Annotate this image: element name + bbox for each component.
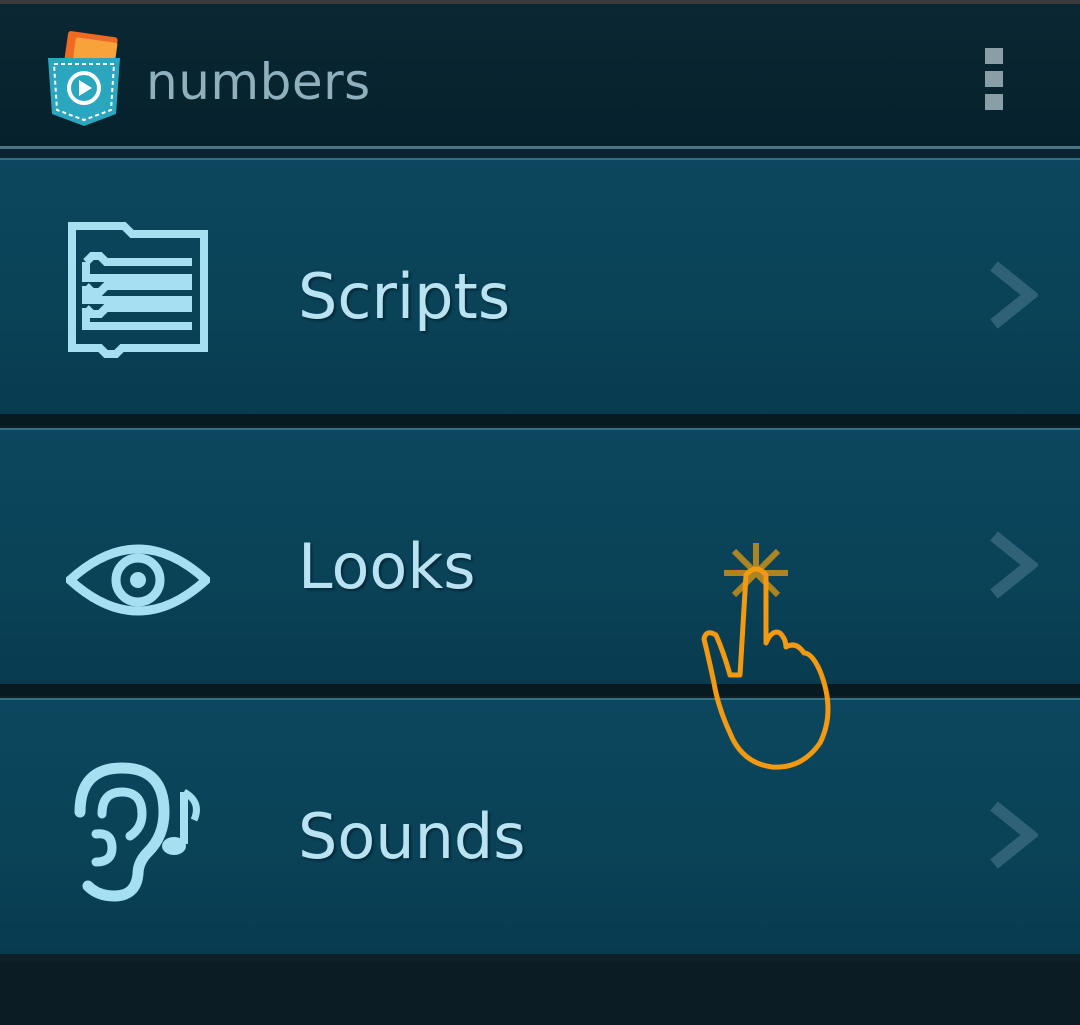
- overflow-menu-icon[interactable]: [985, 48, 1007, 112]
- action-bar: numbers: [0, 0, 1080, 146]
- chevron-right-icon: [990, 801, 1038, 869]
- chevron-right-icon: [990, 531, 1038, 599]
- eye-icon: [66, 544, 210, 616]
- tap-gesture-icon: [701, 543, 831, 770]
- action-bar-divider: [0, 146, 1080, 158]
- scripts-icon: [68, 222, 208, 358]
- separator: [0, 414, 1080, 426]
- menu-item-label-looks: Looks: [298, 530, 476, 603]
- menu-item-sounds[interactable]: Sounds: [0, 698, 1080, 954]
- ear-music-icon: [74, 762, 200, 902]
- app-title: numbers: [146, 53, 371, 111]
- menu-item-scripts[interactable]: Scripts: [0, 158, 1080, 414]
- separator: [0, 684, 1080, 696]
- menu-item-label-scripts: Scripts: [298, 260, 511, 333]
- pocket-code-icon[interactable]: [44, 30, 124, 130]
- empty-list-area: [0, 962, 1080, 1025]
- chevron-right-icon: [990, 261, 1038, 329]
- menu-item-label-sounds: Sounds: [298, 800, 526, 873]
- menu-item-looks[interactable]: Looks: [0, 428, 1080, 684]
